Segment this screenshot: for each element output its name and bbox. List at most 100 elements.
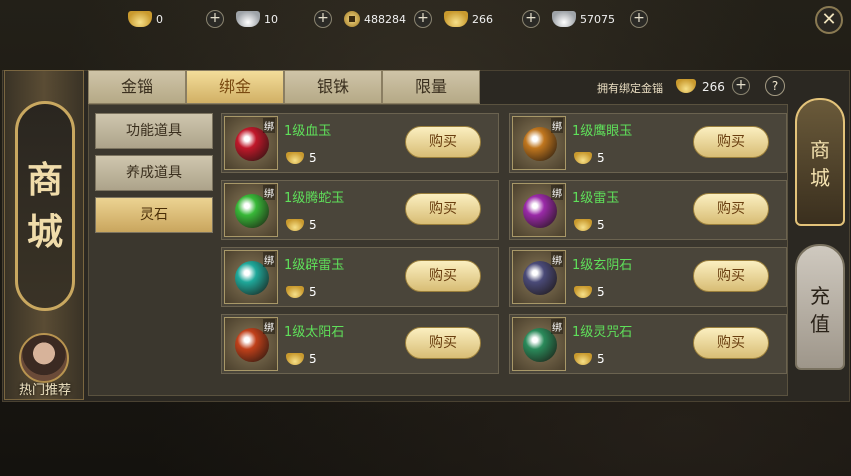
currency-value: 0 <box>156 12 163 26</box>
category-spirit-stone[interactable]: 灵石 <box>95 197 213 233</box>
shop-item: 绑 1级雷玉 5 购买 <box>509 180 787 240</box>
buy-button[interactable]: 购买 <box>405 327 481 359</box>
add-currency-button[interactable]: + <box>206 10 224 28</box>
currency-bound-silver: 57075 + <box>552 8 654 30</box>
bound-tag: 绑 <box>551 319 563 334</box>
bound-tag: 绑 <box>551 252 563 267</box>
currency-bound-gold: 266 + <box>444 8 546 30</box>
item-name: 1级玄阴石 <box>572 258 633 273</box>
shop-item: 绑 1级灵咒石 5 购买 <box>509 314 787 374</box>
buy-button[interactable]: 购买 <box>693 126 769 158</box>
item-price: 5 <box>597 218 605 232</box>
shop-item: 绑 1级腾蛇玉 5 购买 <box>221 180 499 240</box>
tab-gold[interactable]: 金锱 <box>88 70 186 104</box>
close-button[interactable]: ✕ <box>815 6 843 34</box>
category-cultivation[interactable]: 养成道具 <box>95 155 213 191</box>
shop-item: 绑 1级鹰眼玉 5 购买 <box>509 113 787 173</box>
item-price: 5 <box>597 285 605 299</box>
buy-button[interactable]: 购买 <box>405 126 481 158</box>
item-price: 5 <box>309 285 317 299</box>
bound-tag: 绑 <box>551 118 563 133</box>
buy-button[interactable]: 购买 <box>693 260 769 292</box>
currency-value: 57075 <box>580 12 615 26</box>
hot-recommend-label[interactable]: 热门推荐 <box>7 379 83 398</box>
silver-ingot-icon <box>552 11 576 27</box>
gold-ingot-icon <box>286 353 304 365</box>
side-tab-char: 值 <box>810 312 830 336</box>
bound-tag: 绑 <box>263 185 275 200</box>
silver-ingot-icon <box>236 11 260 27</box>
item-slot[interactable]: 绑 <box>224 116 278 170</box>
help-button[interactable]: ? <box>765 76 785 96</box>
item-price: 5 <box>309 352 317 366</box>
currency-gold: 0 + <box>128 8 230 30</box>
item-price: 5 <box>309 218 317 232</box>
bound-tag: 绑 <box>263 319 275 334</box>
item-price: 5 <box>309 151 317 165</box>
shop-item: 绑 1级太阳石 5 购买 <box>221 314 499 374</box>
gold-ingot-icon <box>574 353 592 365</box>
tab-silver[interactable]: 银铢 <box>284 70 382 104</box>
bound-gold-value: 266 <box>702 80 725 94</box>
currency-silver: 10 + <box>236 8 338 30</box>
item-slot[interactable]: 绑 <box>512 116 566 170</box>
bound-gold-label: 拥有绑定金锱 <box>597 82 663 95</box>
item-slot[interactable]: 绑 <box>224 317 278 371</box>
shop-item: 绑 1级玄阴石 5 购买 <box>509 247 787 307</box>
item-slot[interactable]: 绑 <box>512 250 566 304</box>
shop-content: 功能道具 养成道具 灵石 绑 1级血玉 5 购买绑 1级鹰眼玉 5 购买绑 1级腾蛇玉 5 购买绑… <box>88 104 788 396</box>
gold-ingot-icon <box>286 152 304 164</box>
side-tab-char: 充 <box>810 284 830 308</box>
item-name: 1级腾蛇玉 <box>284 191 345 206</box>
item-name: 1级鹰眼玉 <box>572 124 633 139</box>
gold-ingot-icon <box>574 219 592 231</box>
buy-button[interactable]: 购买 <box>405 260 481 292</box>
side-tab-char: 商 <box>810 138 830 162</box>
item-price: 5 <box>597 352 605 366</box>
gold-ingot-icon <box>444 11 468 27</box>
bound-tag: 绑 <box>263 252 275 267</box>
item-slot[interactable]: 绑 <box>512 183 566 237</box>
gold-ingot-icon <box>128 11 152 27</box>
currency-value: 488284 <box>364 12 406 26</box>
gold-ingot-icon <box>286 286 304 298</box>
item-name: 1级辟雷玉 <box>284 258 345 273</box>
currency-bar: 0 + 10 + 488284 + 266 + 57075 + <box>128 6 654 32</box>
banner-title-char: 城 <box>26 211 63 253</box>
bound-tag: 绑 <box>263 118 275 133</box>
banner-scroll: 商 城 <box>15 101 75 311</box>
add-currency-button[interactable]: + <box>414 10 432 28</box>
shop-banner: 商 城 热门推荐 <box>4 70 84 400</box>
side-tab-char: 城 <box>810 166 830 190</box>
bound-tag: 绑 <box>551 185 563 200</box>
shop-item: 绑 1级辟雷玉 5 购买 <box>221 247 499 307</box>
add-currency-button[interactable]: + <box>522 10 540 28</box>
item-name: 1级太阳石 <box>284 325 345 340</box>
gold-ingot-icon <box>574 152 592 164</box>
currency-copper: 488284 + <box>344 8 438 30</box>
shop-item: 绑 1级血玉 5 购买 <box>221 113 499 173</box>
item-name: 1级灵咒石 <box>572 325 633 340</box>
item-slot[interactable]: 绑 <box>512 317 566 371</box>
gold-ingot-icon <box>286 219 304 231</box>
banner-title-char: 商 <box>26 159 63 201</box>
currency-value: 266 <box>472 12 493 26</box>
side-tab-recharge[interactable]: 充 值 <box>795 244 845 370</box>
item-slot[interactable]: 绑 <box>224 250 278 304</box>
item-slot[interactable]: 绑 <box>224 183 278 237</box>
tab-limited[interactable]: 限量 <box>382 70 480 104</box>
add-currency-button[interactable]: + <box>314 10 332 28</box>
gold-ingot-icon <box>574 286 592 298</box>
hot-recommend-avatar[interactable] <box>19 333 69 383</box>
add-bound-gold-button[interactable]: + <box>732 77 750 95</box>
buy-button[interactable]: 购买 <box>405 193 481 225</box>
buy-button[interactable]: 购买 <box>693 193 769 225</box>
copper-coin-icon <box>344 11 360 27</box>
tab-bound-gold[interactable]: 绑金 <box>186 70 284 104</box>
side-tab-shop[interactable]: 商 城 <box>795 98 845 226</box>
item-name: 1级血玉 <box>284 124 332 139</box>
buy-button[interactable]: 购买 <box>693 327 769 359</box>
category-functional[interactable]: 功能道具 <box>95 113 213 149</box>
add-currency-button[interactable]: + <box>630 10 648 28</box>
currency-value: 10 <box>264 12 278 26</box>
